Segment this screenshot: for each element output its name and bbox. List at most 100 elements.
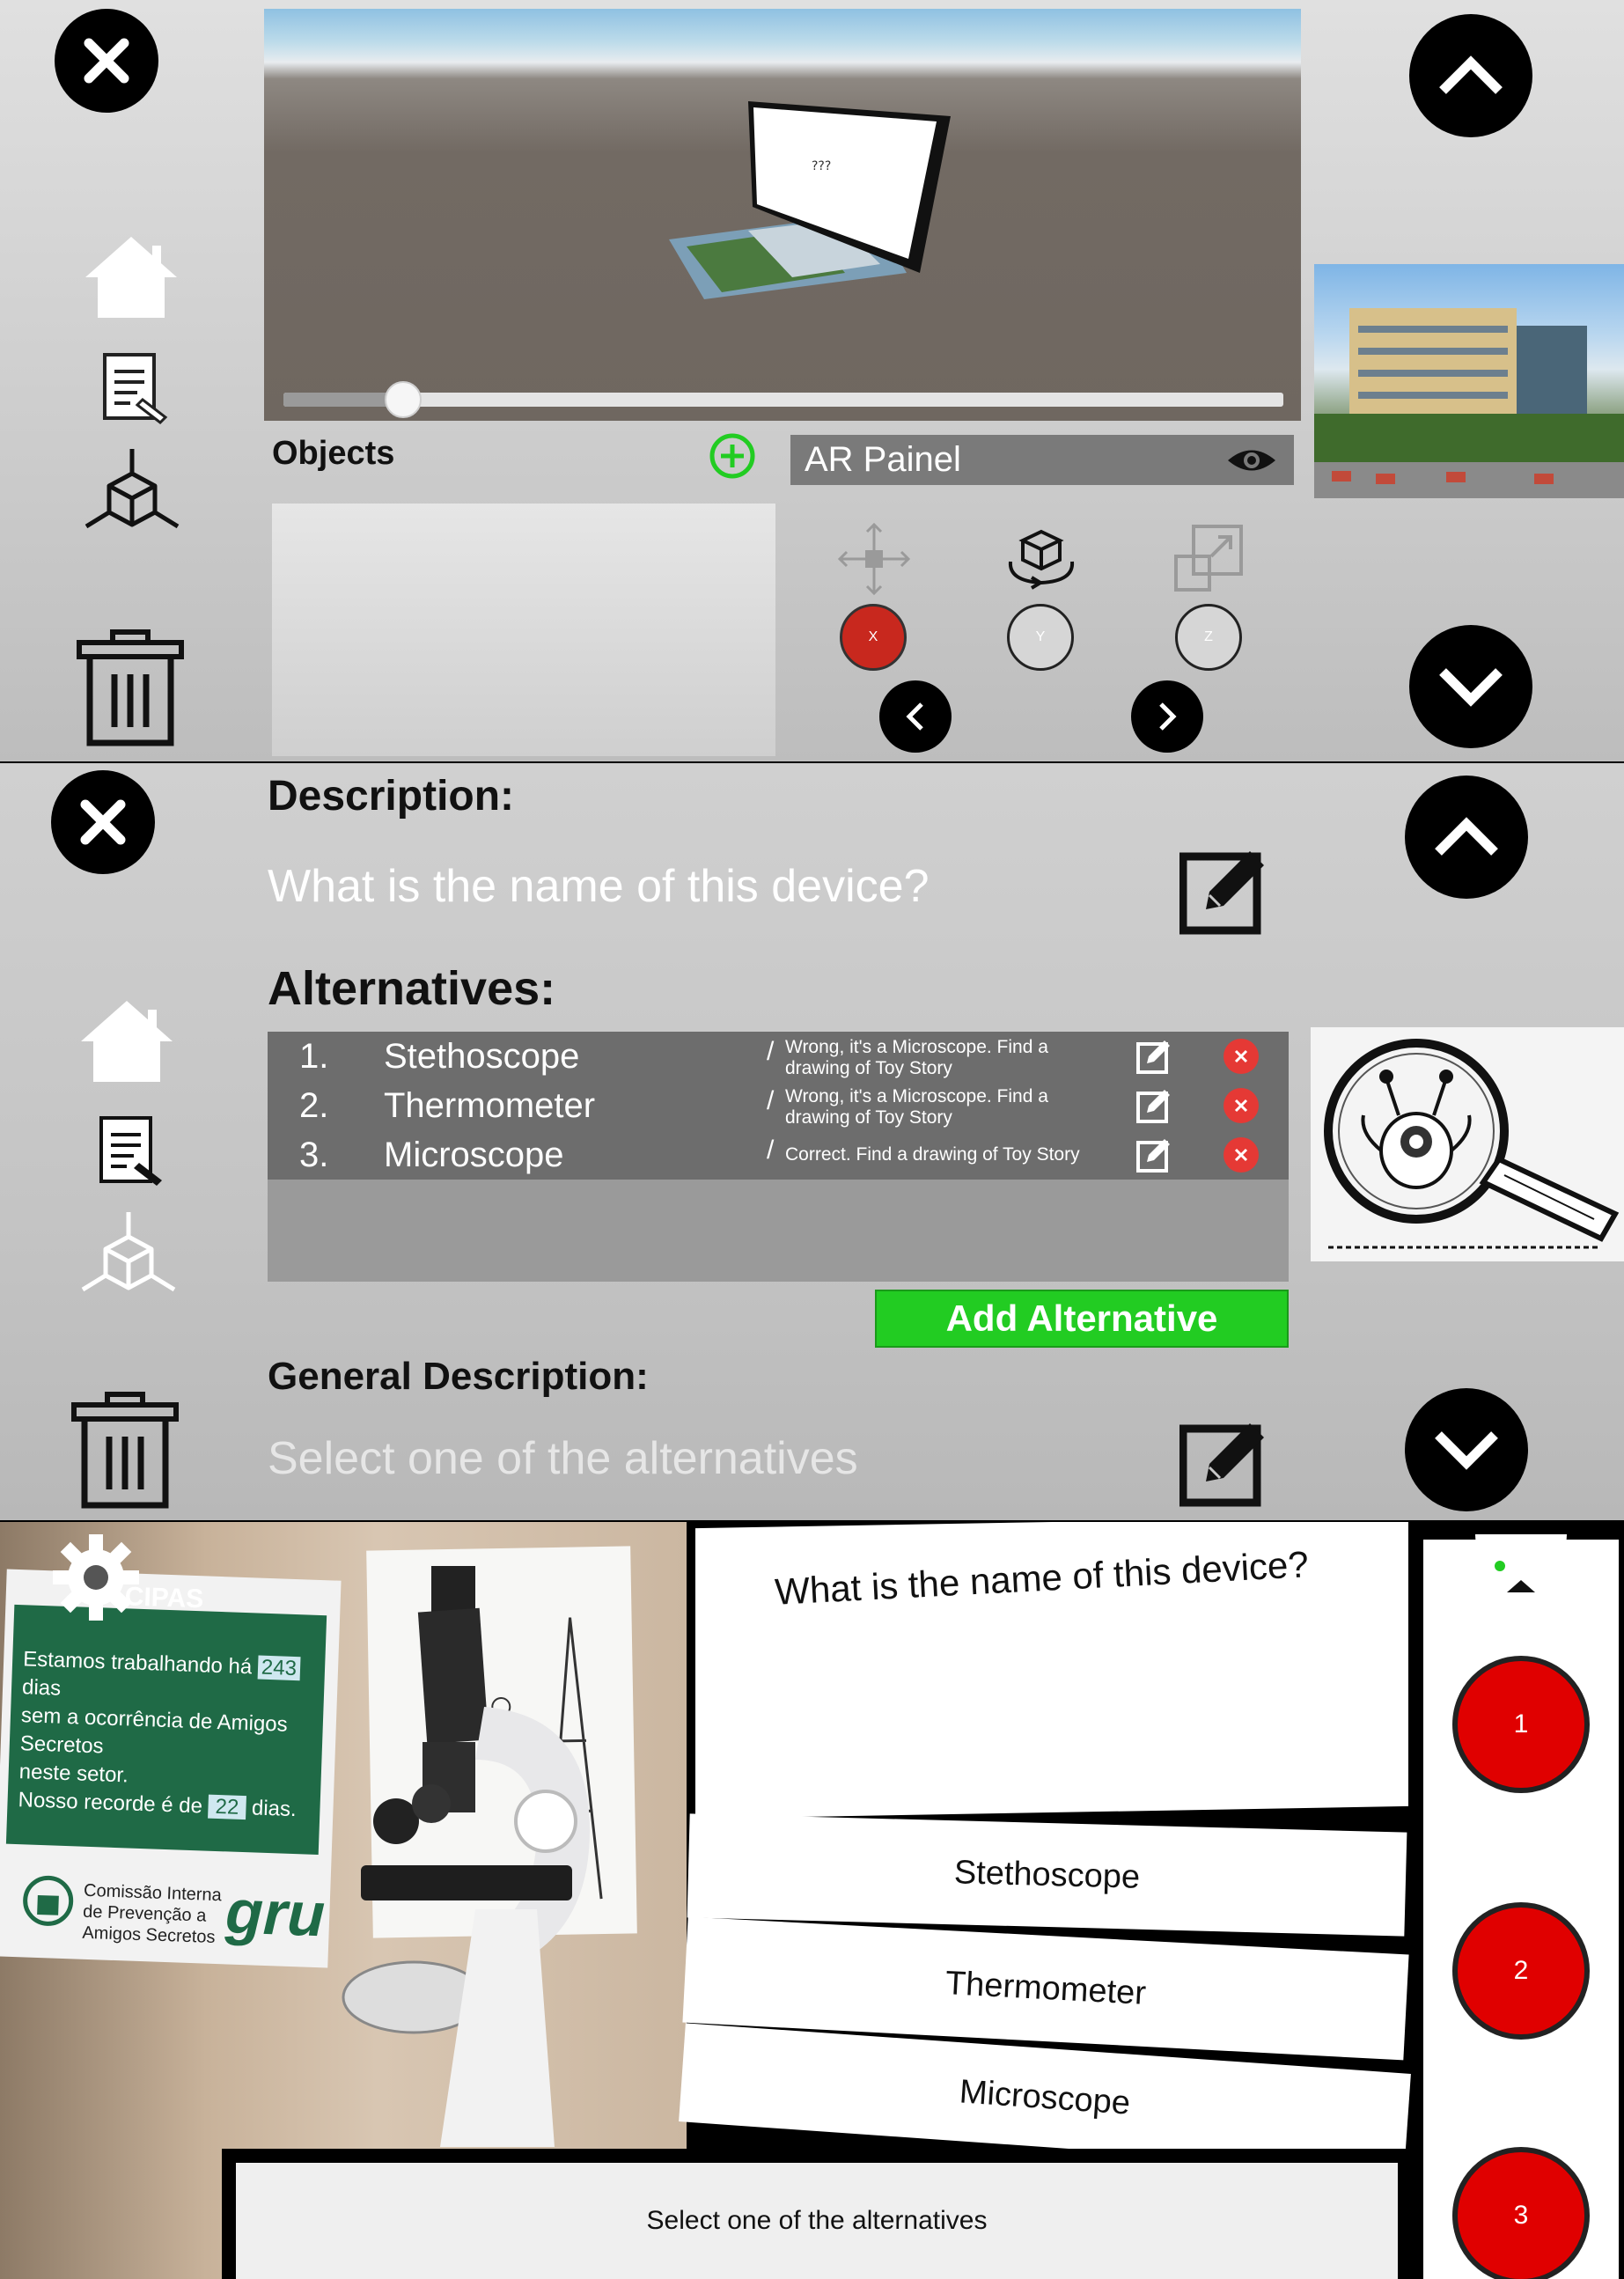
poster-line1: Estamos trabalhando há — [22, 1647, 253, 1680]
close-icon — [80, 799, 126, 845]
general-description-label: General Description: — [268, 1355, 649, 1398]
scroll-up-button[interactable] — [1409, 14, 1532, 137]
3d-object-icon[interactable] — [83, 447, 181, 530]
previous-button[interactable] — [879, 680, 952, 753]
poster-record: 22 — [208, 1794, 246, 1820]
edit-alternative-icon[interactable] — [1136, 1088, 1172, 1123]
eye-icon[interactable] — [1226, 445, 1277, 475]
answer-button-2[interactable]: 2 — [1452, 1902, 1590, 2040]
delete-alternative-button[interactable] — [1224, 1039, 1259, 1074]
poster-counter: 243 — [257, 1655, 301, 1681]
poster-line3: neste setor. — [18, 1760, 129, 1788]
alternative-separator: / — [767, 1037, 775, 1066]
microscope-object — [342, 1566, 590, 2147]
ar-panel-label: AR Painel — [805, 440, 961, 479]
chevron-right-icon — [1159, 702, 1177, 731]
objects-title: Objects — [272, 435, 395, 472]
timeline-slider-handle[interactable] — [385, 381, 423, 418]
scale-tool-icon[interactable] — [1172, 521, 1246, 595]
chevron-down-icon — [1439, 668, 1503, 707]
alternative-number: 2. — [299, 1086, 329, 1125]
cipas-poster: Estamos trabalhando há 243 dias sem a oc… — [0, 1569, 342, 1968]
option-card-1[interactable]: Stethoscope — [687, 1813, 1407, 1937]
scroll-down-button[interactable] — [1405, 1388, 1528, 1511]
document-edit-icon[interactable] — [102, 352, 169, 428]
axis-z-button[interactable]: Z — [1175, 604, 1242, 671]
alternative-separator: / — [767, 1086, 775, 1115]
poster-emblem-icon — [23, 1875, 74, 1926]
description-label: Description: — [268, 773, 515, 820]
close-button[interactable] — [51, 770, 155, 874]
alternative-number: 1. — [299, 1037, 329, 1076]
alternative-row-1[interactable]: 1. Stethoscope / Wrong, it's a Microscop… — [268, 1032, 1289, 1081]
ar-quiz-view-panel: Estamos trabalhando há 243 dias sem a oc… — [0, 1522, 1624, 2279]
poster-line1b: dias — [21, 1675, 62, 1701]
add-object-icon[interactable] — [709, 432, 756, 480]
building-picture — [1314, 308, 1624, 498]
close-icon — [1234, 1099, 1248, 1113]
magnifier-drawing — [1324, 1039, 1620, 1249]
chevron-up-icon — [1439, 55, 1503, 94]
move-tool-icon[interactable] — [836, 521, 912, 597]
scene-render: ??? — [669, 101, 951, 299]
alternative-name: Thermometer — [384, 1086, 596, 1125]
alternative-separator: / — [767, 1136, 775, 1165]
answer-button-3[interactable]: 3 — [1452, 2147, 1590, 2279]
answer-button-1[interactable]: 1 — [1452, 1656, 1590, 1793]
building-photo — [1314, 264, 1624, 498]
alternative-feedback: Wrong, it's a Microscope. Find a drawing… — [785, 1086, 1048, 1128]
edit-description-icon[interactable] — [1179, 844, 1271, 936]
poster-board: Estamos trabalhando há 243 dias sem a oc… — [5, 1604, 327, 1856]
timeline-slider[interactable] — [283, 381, 1283, 418]
poster-logo: gru — [224, 1877, 327, 1950]
ar-panel-header[interactable]: AR Painel — [790, 435, 1294, 485]
home-icon[interactable] — [82, 233, 180, 321]
general-description-input[interactable]: Select one of the alternatives — [268, 1432, 858, 1485]
alternatives-list[interactable]: 1. Stethoscope / Wrong, it's a Microscop… — [268, 1032, 1289, 1282]
alternative-feedback: Correct. Find a drawing of Toy Story — [785, 1144, 1080, 1165]
rotate-tool-icon[interactable] — [1002, 526, 1081, 590]
next-button[interactable] — [1131, 680, 1203, 753]
question-editor-panel: Description: What is the name of this de… — [0, 763, 1624, 1520]
delete-alternative-button[interactable] — [1224, 1137, 1259, 1173]
close-button[interactable] — [55, 9, 158, 113]
alternative-row-2[interactable]: 2. Thermometer / Wrong, it's a Microscop… — [268, 1081, 1289, 1130]
poster-line4b: dias. — [251, 1796, 298, 1822]
document-edit-icon[interactable] — [99, 1115, 165, 1191]
alternative-name: Stethoscope — [384, 1037, 580, 1076]
delete-alternative-button[interactable] — [1224, 1088, 1259, 1123]
scroll-up-button[interactable] — [1405, 776, 1528, 899]
axis-x-button[interactable]: X — [840, 604, 907, 671]
scene-card-text: ??? — [812, 159, 831, 173]
trash-icon[interactable] — [70, 1391, 180, 1512]
home-icon[interactable] — [77, 997, 176, 1085]
alternatives-label: Alternatives: — [268, 962, 556, 1015]
edit-alternative-icon[interactable] — [1136, 1137, 1172, 1173]
chevron-down-icon — [1435, 1431, 1498, 1470]
poster-line4: Nosso recorde é de — [18, 1788, 203, 1819]
settings-gear-icon[interactable] — [51, 1533, 141, 1622]
poster-line2: sem a ocorrência de Amigos Secretos — [19, 1703, 289, 1759]
close-icon — [1234, 1049, 1248, 1063]
trash-icon[interactable] — [76, 629, 185, 750]
chevron-left-icon — [906, 702, 923, 731]
add-alternative-button[interactable]: Add Alternative — [875, 1290, 1289, 1348]
magnifier-drawing-image — [1311, 1027, 1624, 1261]
alternatives-rows: 1. Stethoscope / Wrong, it's a Microscop… — [268, 1032, 1289, 1180]
alternative-number: 3. — [299, 1136, 329, 1174]
axis-y-button[interactable]: Y — [1007, 604, 1074, 671]
cursor-indicator-icon — [1475, 1534, 1567, 1592]
close-icon — [1234, 1148, 1248, 1162]
scene-viewport[interactable]: ??? — [264, 9, 1301, 421]
description-text[interactable]: What is the name of this device? — [268, 860, 930, 913]
3d-object-icon[interactable] — [79, 1210, 178, 1293]
edit-general-description-icon[interactable] — [1179, 1416, 1271, 1508]
scroll-down-button[interactable] — [1409, 625, 1532, 748]
edit-alternative-icon[interactable] — [1136, 1039, 1172, 1074]
objects-list[interactable] — [272, 504, 775, 756]
alternative-row-3[interactable]: 3. Microscope / Correct. Find a drawing … — [268, 1130, 1289, 1180]
poster-footer: Comissão Interna de Prevenção a Amigos S… — [82, 1880, 223, 1948]
alternative-feedback: Wrong, it's a Microscope. Find a drawing… — [785, 1037, 1048, 1078]
scene-editor-panel: ??? Objects AR Painel X Y Z — [0, 0, 1624, 761]
chevron-up-icon — [1435, 817, 1498, 856]
